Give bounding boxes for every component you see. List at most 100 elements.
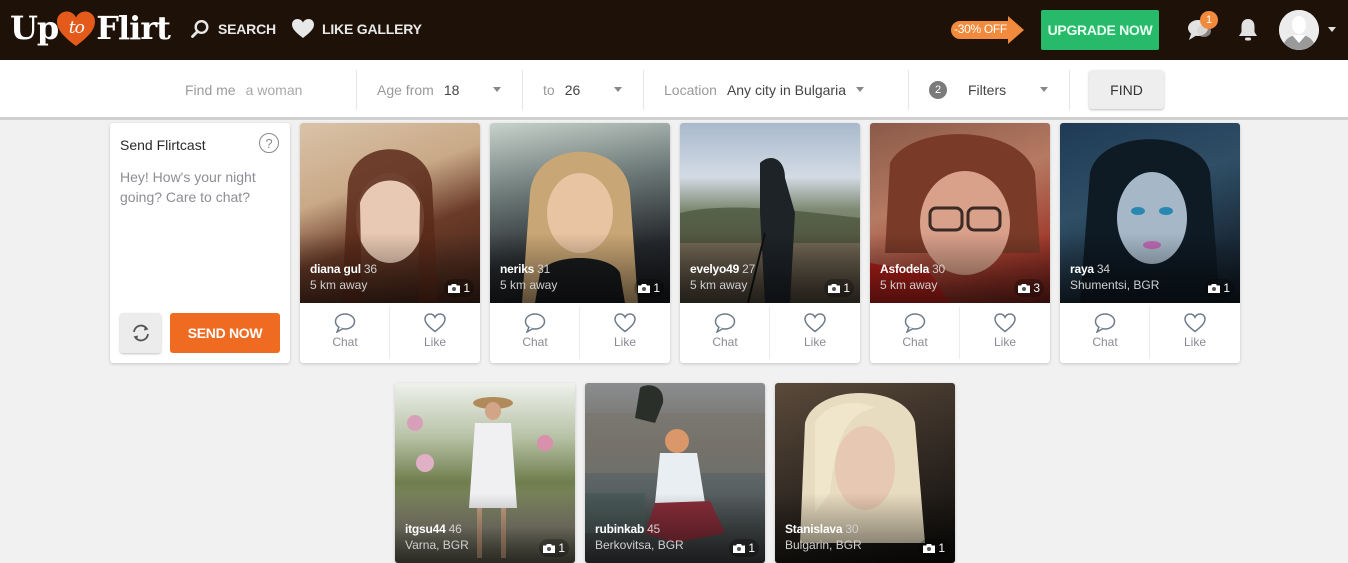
chat-button[interactable]: Chat [870,303,960,363]
discount-label: -30% OFF [954,22,1007,36]
like-button[interactable]: Like [960,303,1050,363]
chat-bubble-icon [904,313,926,333]
send-now-button[interactable]: SEND NOW [170,313,280,353]
profile-card: itgsu44 46 Varna, BGR 1 [395,383,575,563]
camera-icon [1208,284,1221,293]
profile-name[interactable]: raya 34 [1070,262,1110,276]
profile-name[interactable]: neriks 31 [500,262,550,276]
find-me-label: Find me [185,82,236,98]
photo-count: 1 [729,539,759,557]
logo-text-to: to [68,18,85,38]
location-label: Location [664,82,717,98]
user-avatar[interactable] [1279,10,1319,50]
like-button[interactable]: Like [770,303,860,363]
nav-search-label: SEARCH [218,21,276,37]
profile-photo[interactable]: Asfodela 30 5 km away 3 [870,123,1050,303]
top-navigation-bar: Up to Flirt SEARCH LIKE GALLERY -30% OFF… [0,0,1348,60]
profile-photo[interactable]: itgsu44 46 Varna, BGR 1 [395,383,575,563]
like-button[interactable]: Like [390,303,480,363]
account-menu-caret-icon[interactable] [1328,27,1336,32]
chat-button[interactable]: Chat [300,303,390,363]
upgrade-now-button[interactable]: UPGRADE NOW [1041,10,1159,50]
search-icon [191,19,209,38]
profile-photo[interactable]: Stanislava 30 Bulgarin, BGR 1 [775,383,955,563]
profile-name[interactable]: evelyo49 27 [690,262,755,276]
divider [522,70,523,110]
profile-location: Bulgarin, BGR [785,538,862,552]
chevron-down-icon [614,87,622,92]
chat-button[interactable]: Chat [680,303,770,363]
profile-name[interactable]: diana gul 36 [310,262,377,276]
profile-age: 30 [845,522,859,536]
refresh-icon [132,324,149,342]
bell-icon [1239,19,1257,41]
profile-photo[interactable]: diana gul 36 5 km away 1 [300,123,480,303]
nav-like-gallery[interactable]: LIKE GALLERY [292,19,422,38]
filters-label: Filters [968,82,1007,98]
flirtcast-message[interactable]: Hey! How's your night going? Care to cha… [120,167,280,207]
divider [1069,70,1070,110]
chat-bubble-icon [714,313,736,333]
profile-age: 27 [742,262,756,276]
profile-name[interactable]: rubinkab 45 [595,522,660,536]
like-button[interactable]: Like [1150,303,1240,363]
camera-icon [733,544,746,553]
profile-photo[interactable]: neriks 31 5 km away 1 [490,123,670,303]
divider [643,70,644,110]
photo-count: 1 [919,539,949,557]
profile-age: 30 [932,262,946,276]
photo-count: 1 [1204,279,1234,297]
profile-photo[interactable]: rubinkab 45 Berkovitsa, BGR 1 [585,383,765,563]
profile-age: 36 [363,262,377,276]
profile-name[interactable]: Asfodela 30 [880,262,945,276]
nav-search[interactable]: SEARCH [190,19,276,39]
chat-bubble-icon [334,313,356,333]
find-me-value: a woman [245,82,303,98]
location-select[interactable]: Location Any city in Bulgaria [664,70,874,110]
profile-card: evelyo49 27 5 km away 1 Chat Like [680,123,860,363]
chat-bubble-icon [524,313,546,333]
age-to-label: to [543,82,555,98]
age-from-select[interactable]: Age from 18 [377,70,507,110]
notifications-button[interactable] [1238,18,1258,47]
find-me-select[interactable]: Find me a woman [185,70,355,110]
logo-text-flirt: Flirt [96,9,171,47]
find-button[interactable]: FIND [1089,70,1164,109]
heart-outline-icon [994,313,1016,333]
chevron-down-icon [856,87,864,92]
camera-icon [638,284,651,293]
divider [356,70,357,110]
site-logo[interactable]: Up to Flirt [10,6,171,50]
heart-outline-icon [1184,313,1206,333]
messages-count-badge: 1 [1200,11,1218,29]
profile-name[interactable]: itgsu44 46 [405,522,462,536]
heart-outline-icon [804,313,826,333]
profile-name[interactable]: Stanislava 30 [785,522,859,536]
refresh-message-button[interactable] [120,313,161,353]
filters-select[interactable]: 2 Filters [929,70,1054,110]
profile-photo[interactable]: raya 34 Shumentsi, BGR 1 [1060,123,1240,303]
camera-icon [543,544,556,553]
filters-count-badge: 2 [929,81,947,99]
photo-count: 1 [539,539,569,557]
logo-heart-icon: to [56,8,96,48]
heart-icon [292,19,314,38]
profile-photo[interactable]: evelyo49 27 5 km away 1 [680,123,860,303]
profile-card: rubinkab 45 Berkovitsa, BGR 1 [585,383,765,563]
profile-location: Varna, BGR [405,538,469,552]
age-to-select[interactable]: to 26 [543,70,628,110]
like-button[interactable]: Like [580,303,670,363]
age-to-value: 26 [564,82,581,98]
discount-tag[interactable]: -30% OFF [950,16,1025,44]
photo-count: 3 [1014,279,1044,297]
age-from-value: 18 [443,82,460,98]
help-icon[interactable]: ? [259,133,279,153]
chat-button[interactable]: Chat [490,303,580,363]
flirtcast-title: Send Flirtcast [120,137,206,153]
photo-count: 1 [444,279,474,297]
camera-icon [923,544,936,553]
profile-location: 5 km away [880,278,938,292]
profile-location: 5 km away [310,278,368,292]
chevron-down-icon [1040,87,1048,92]
chat-button[interactable]: Chat [1060,303,1150,363]
